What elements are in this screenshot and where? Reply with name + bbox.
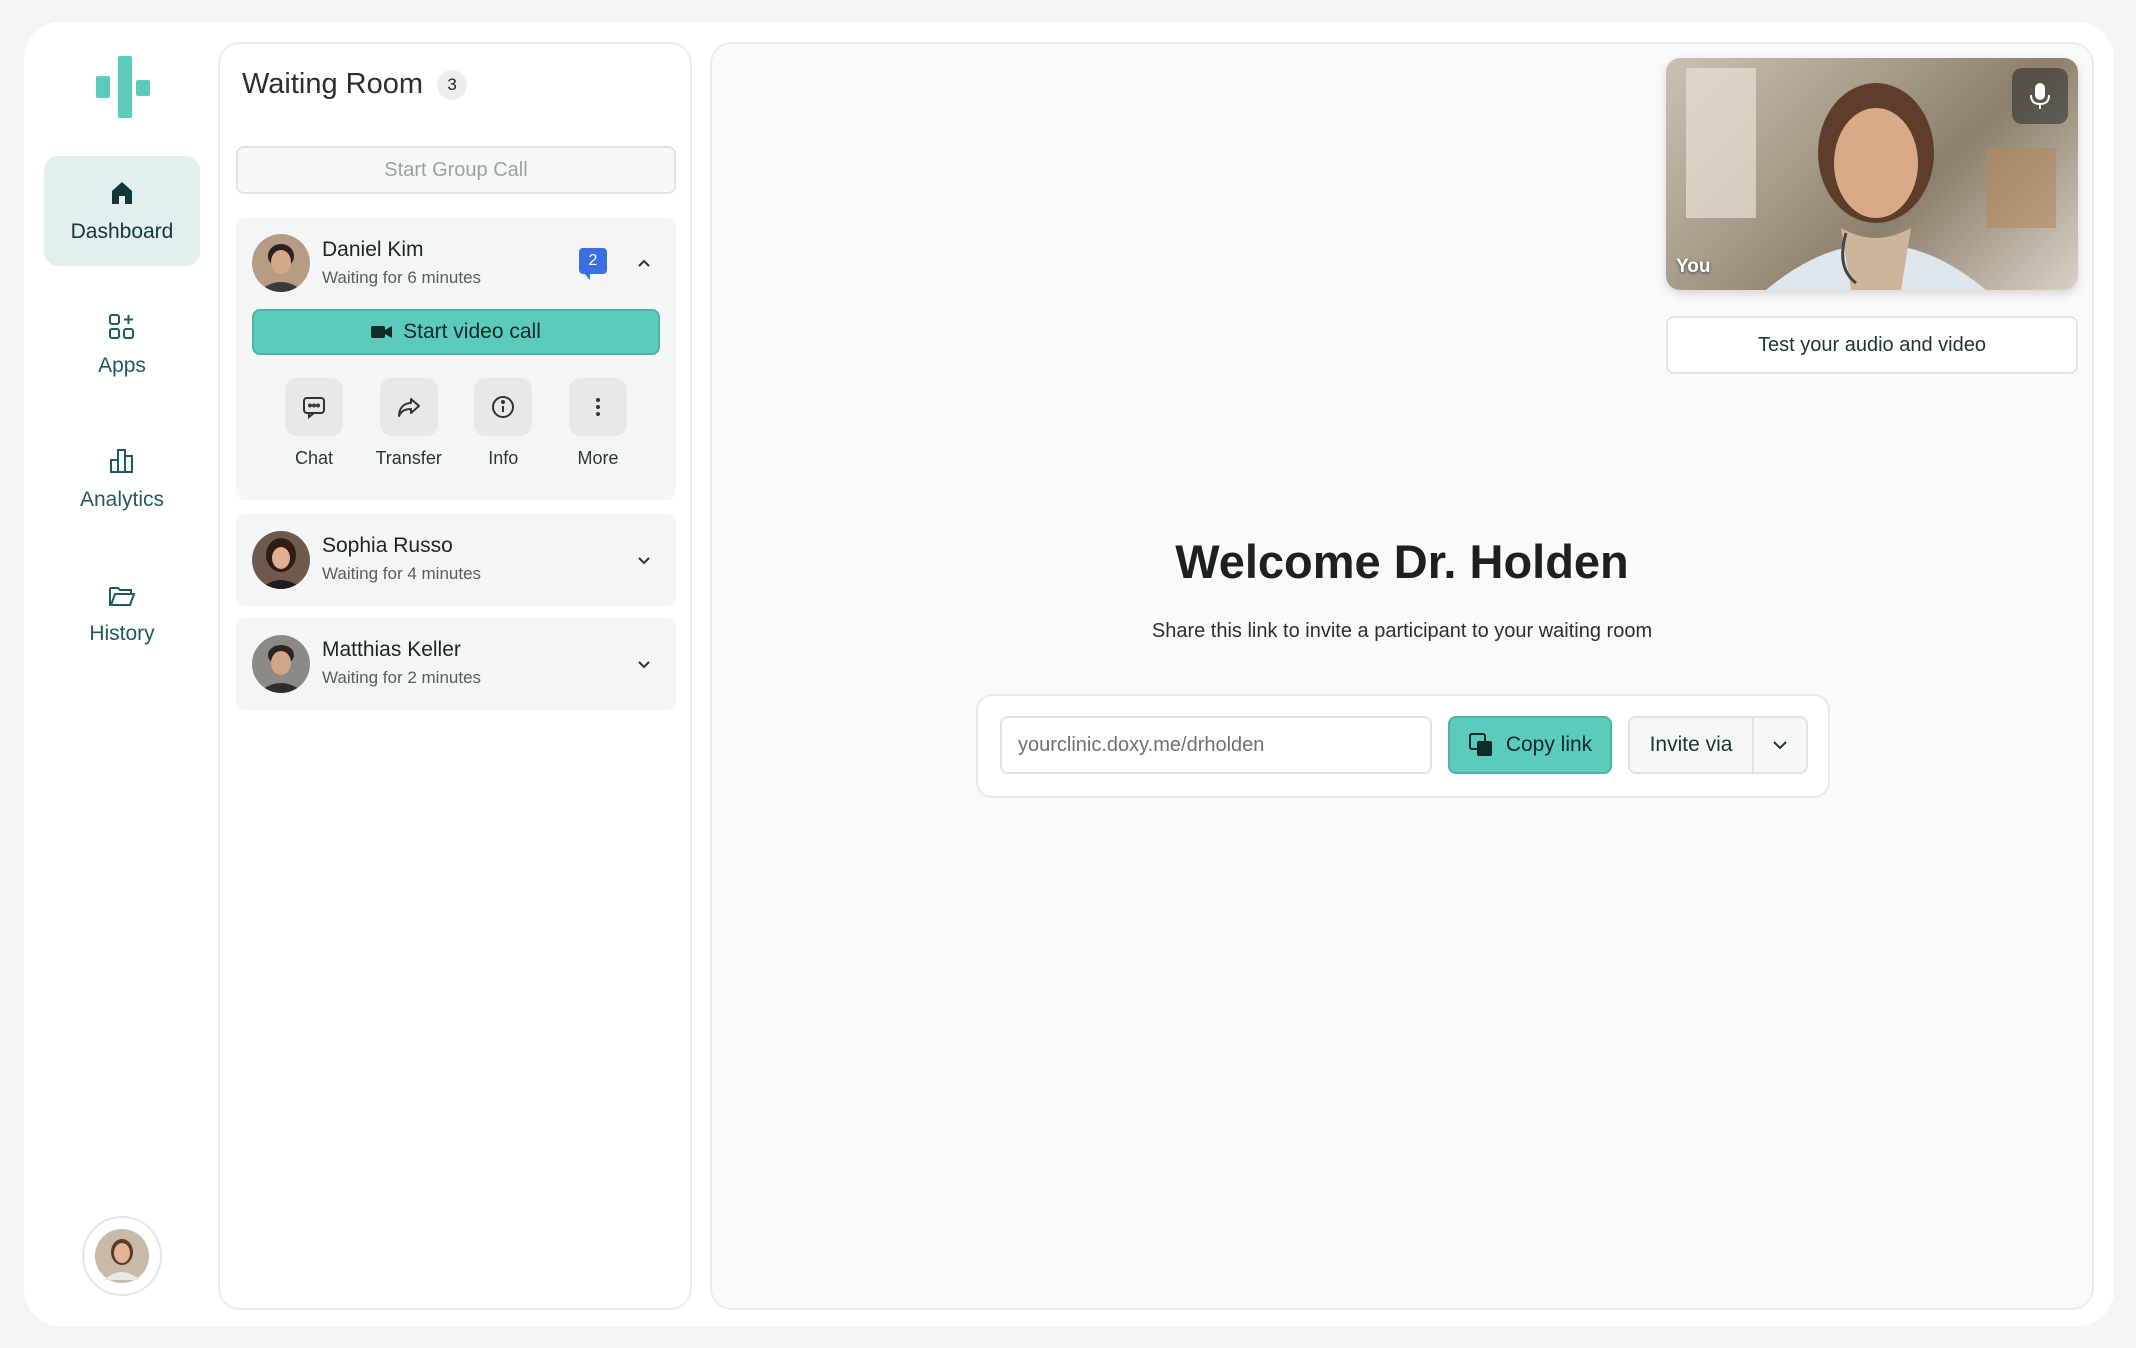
sidebar-item-label: Apps: [98, 354, 146, 377]
sidebar-item-label: Dashboard: [70, 220, 174, 243]
profile-avatar[interactable]: [82, 1216, 162, 1296]
waiting-room-panel: Waiting Room 3 Start Group Call Daniel K…: [218, 42, 692, 1310]
start-video-call-button[interactable]: Start video call: [252, 309, 660, 355]
action-label: Transfer: [375, 448, 442, 468]
room-link-field[interactable]: [1000, 716, 1432, 774]
patient-wait-time: Waiting for 4 minutes: [322, 564, 482, 583]
info-icon: [492, 396, 515, 418]
test-audio-video-button[interactable]: Test your audio and video: [1666, 316, 2078, 374]
info-action[interactable]: Info: [465, 378, 541, 469]
invite-via-label[interactable]: Invite via: [1630, 718, 1754, 772]
copy-link-button[interactable]: Copy link: [1448, 716, 1612, 774]
app-window: Dashboard Apps Analytics History Waiting…: [24, 22, 2114, 1326]
transfer-button[interactable]: [379, 378, 438, 436]
user-avatar-icon: [95, 1229, 149, 1283]
chevron-down-icon: [1773, 741, 1787, 750]
logo: [96, 56, 152, 118]
patient-avatar: [252, 531, 310, 589]
more-icon: [595, 398, 600, 416]
patient-name: Matthias Keller: [322, 638, 461, 661]
welcome-heading: Welcome Dr. Holden: [1175, 535, 1629, 588]
sidebar-item-dashboard[interactable]: Dashboard: [44, 156, 200, 266]
patient-avatar: [252, 234, 310, 292]
more-action[interactable]: More: [560, 378, 636, 469]
unread-message-badge[interactable]: 2: [579, 248, 607, 280]
self-view-label: You: [1676, 256, 1711, 277]
patient-name: Sophia Russo: [322, 534, 453, 557]
patient-card-daniel-kim[interactable]: Daniel Kim Waiting for 6 minutes 2 Start…: [236, 218, 676, 500]
video-camera-icon: [371, 326, 393, 338]
patient-name: Daniel Kim: [322, 238, 424, 261]
chat-action[interactable]: Chat: [276, 378, 352, 469]
analytics-icon: [110, 449, 133, 473]
microphone-icon: [2030, 83, 2050, 109]
patient-card-matthias-keller[interactable]: Matthias Keller Waiting for 2 minutes: [236, 618, 676, 710]
waiting-room-heading: Waiting Room: [242, 68, 424, 100]
patient-wait-time: Waiting for 2 minutes: [322, 668, 482, 687]
sidebar-item-label: Analytics: [79, 488, 165, 511]
start-video-call-label: Start video call: [403, 320, 541, 343]
action-label: Info: [488, 448, 519, 468]
waiting-count-badge: 3: [437, 69, 468, 100]
home-icon: [112, 182, 132, 204]
copy-icon: [1468, 733, 1492, 756]
patient-wait-time: Waiting for 6 minutes: [322, 268, 482, 287]
mic-button[interactable]: [2012, 68, 2068, 124]
chevron-down-icon[interactable]: [634, 550, 654, 570]
patient-actions: Chat Transfer Info More: [252, 378, 660, 469]
main-panel: You Test your audio and video Welcome Dr…: [710, 42, 2094, 1310]
transfer-icon: [397, 398, 420, 417]
action-label: Chat: [294, 448, 334, 468]
sidebar-item-apps[interactable]: Apps: [44, 290, 200, 400]
sidebar-item-label: History: [89, 622, 155, 645]
sidebar-nav: Dashboard Apps Analytics History: [24, 22, 220, 1326]
more-button[interactable]: [568, 378, 627, 436]
chevron-up-icon[interactable]: [634, 253, 654, 273]
sidebar-item-history[interactable]: History: [44, 558, 200, 668]
waiting-room-title: Waiting Room 3: [242, 68, 468, 101]
chevron-down-icon[interactable]: [634, 654, 654, 674]
share-instructions: Share this link to invite a participant …: [1151, 620, 1653, 642]
chat-button[interactable]: [285, 378, 343, 436]
invite-dropdown-toggle[interactable]: [1754, 718, 1806, 772]
apps-icon: [109, 314, 134, 339]
transfer-action[interactable]: Transfer: [371, 378, 447, 469]
patient-avatar: [252, 635, 310, 693]
copy-link-label: Copy link: [1505, 733, 1593, 756]
patient-card-sophia-russo[interactable]: Sophia Russo Waiting for 4 minutes: [236, 514, 676, 606]
folder-icon: [109, 587, 136, 606]
self-video-preview: You: [1666, 58, 2078, 290]
action-label: More: [577, 448, 619, 468]
chat-icon: [303, 397, 325, 420]
sidebar-item-analytics[interactable]: Analytics: [44, 424, 200, 534]
info-button[interactable]: [474, 378, 533, 436]
invite-via-dropdown[interactable]: Invite via: [1628, 716, 1808, 774]
share-link-box: Copy link Invite via: [976, 694, 1830, 798]
start-group-call-button[interactable]: Start Group Call: [236, 146, 676, 194]
